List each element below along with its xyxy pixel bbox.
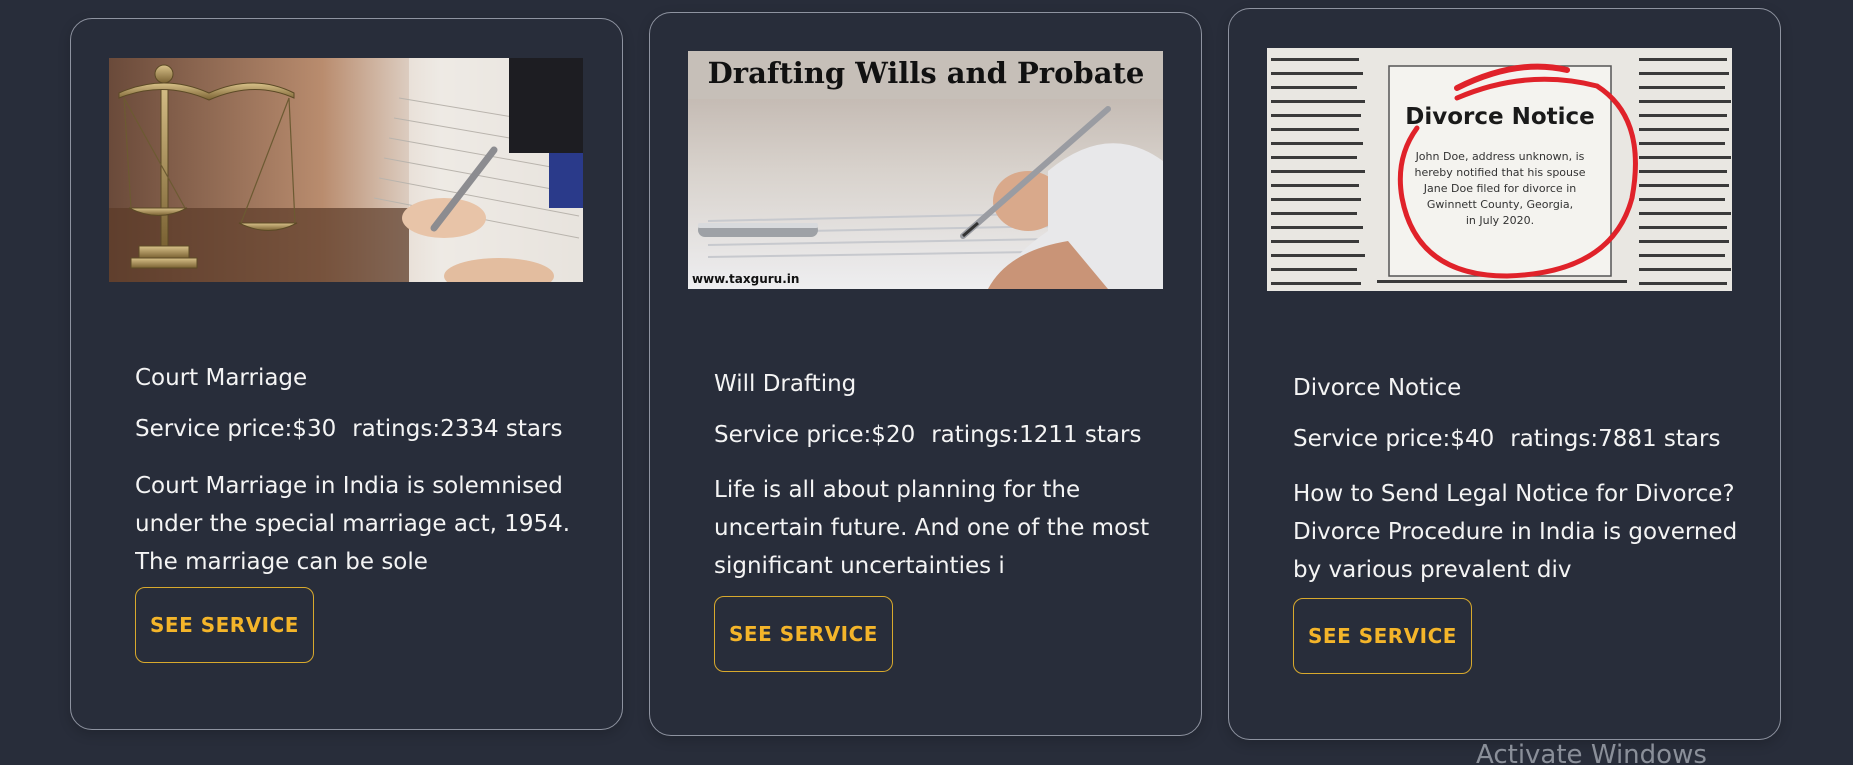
image-footer: www.taxguru.in (692, 272, 799, 286)
service-image-court-marriage (109, 58, 583, 282)
notice-line: Jane Doe filed for divorce in (1423, 182, 1576, 195)
image-heading: Drafting Wills and Probate (708, 56, 1145, 90)
service-title: Divorce Notice (1293, 375, 1462, 401)
service-card-will-drafting: Drafting Wills and Probate www.taxguru.i… (649, 12, 1202, 736)
see-service-button[interactable]: SEE SERVICE (135, 587, 314, 663)
service-card-divorce-notice: Divorce Notice John Doe, address unknown… (1228, 8, 1781, 740)
divorce-notice-newspaper-illustration: Divorce Notice John Doe, address unknown… (1267, 48, 1732, 291)
service-description: Life is all about planning for the uncer… (714, 477, 1150, 579)
service-ratings: ratings:2334 stars (352, 416, 563, 442)
scales-of-justice-illustration (109, 58, 583, 282)
service-meta: Service price:$30 ratings:2334 stars (135, 416, 582, 442)
services-page: Court Marriage Service price:$30 ratings:… (0, 0, 1853, 765)
service-description: How to Send Legal Notice for Divorce?Div… (1293, 481, 1738, 583)
see-service-button[interactable]: SEE SERVICE (714, 596, 893, 672)
will-signing-illustration: Drafting Wills and Probate www.taxguru.i… (688, 51, 1163, 289)
see-service-button[interactable]: SEE SERVICE (1293, 598, 1472, 674)
image-heading: Divorce Notice (1405, 104, 1595, 130)
notice-line: in July 2020. (1466, 214, 1534, 227)
service-description: Court Marriage in India is solemnised un… (135, 473, 571, 575)
service-ratings: ratings:1211 stars (931, 422, 1142, 448)
notice-line: hereby notified that his spouse (1414, 166, 1585, 179)
service-ratings: ratings:7881 stars (1510, 426, 1721, 452)
service-price: Service price:$40 (1293, 426, 1495, 452)
notice-line: John Doe, address unknown, is (1415, 150, 1585, 163)
service-price: Service price:$20 (714, 422, 916, 448)
service-image-divorce-notice: Divorce Notice John Doe, address unknown… (1267, 48, 1732, 291)
notice-line: Gwinnett County, Georgia, (1427, 198, 1573, 211)
service-title: Will Drafting (714, 371, 857, 397)
service-card-court-marriage: Court Marriage Service price:$30 ratings:… (70, 18, 623, 730)
service-meta: Service price:$20 ratings:1211 stars (714, 422, 1161, 448)
service-price: Service price:$30 (135, 416, 337, 442)
service-meta: Service price:$40 ratings:7881 stars (1293, 426, 1740, 452)
service-image-will-drafting: Drafting Wills and Probate www.taxguru.i… (688, 51, 1163, 289)
activate-windows-watermark: Activate Windows (1476, 740, 1707, 765)
service-title: Court Marriage (135, 365, 308, 391)
